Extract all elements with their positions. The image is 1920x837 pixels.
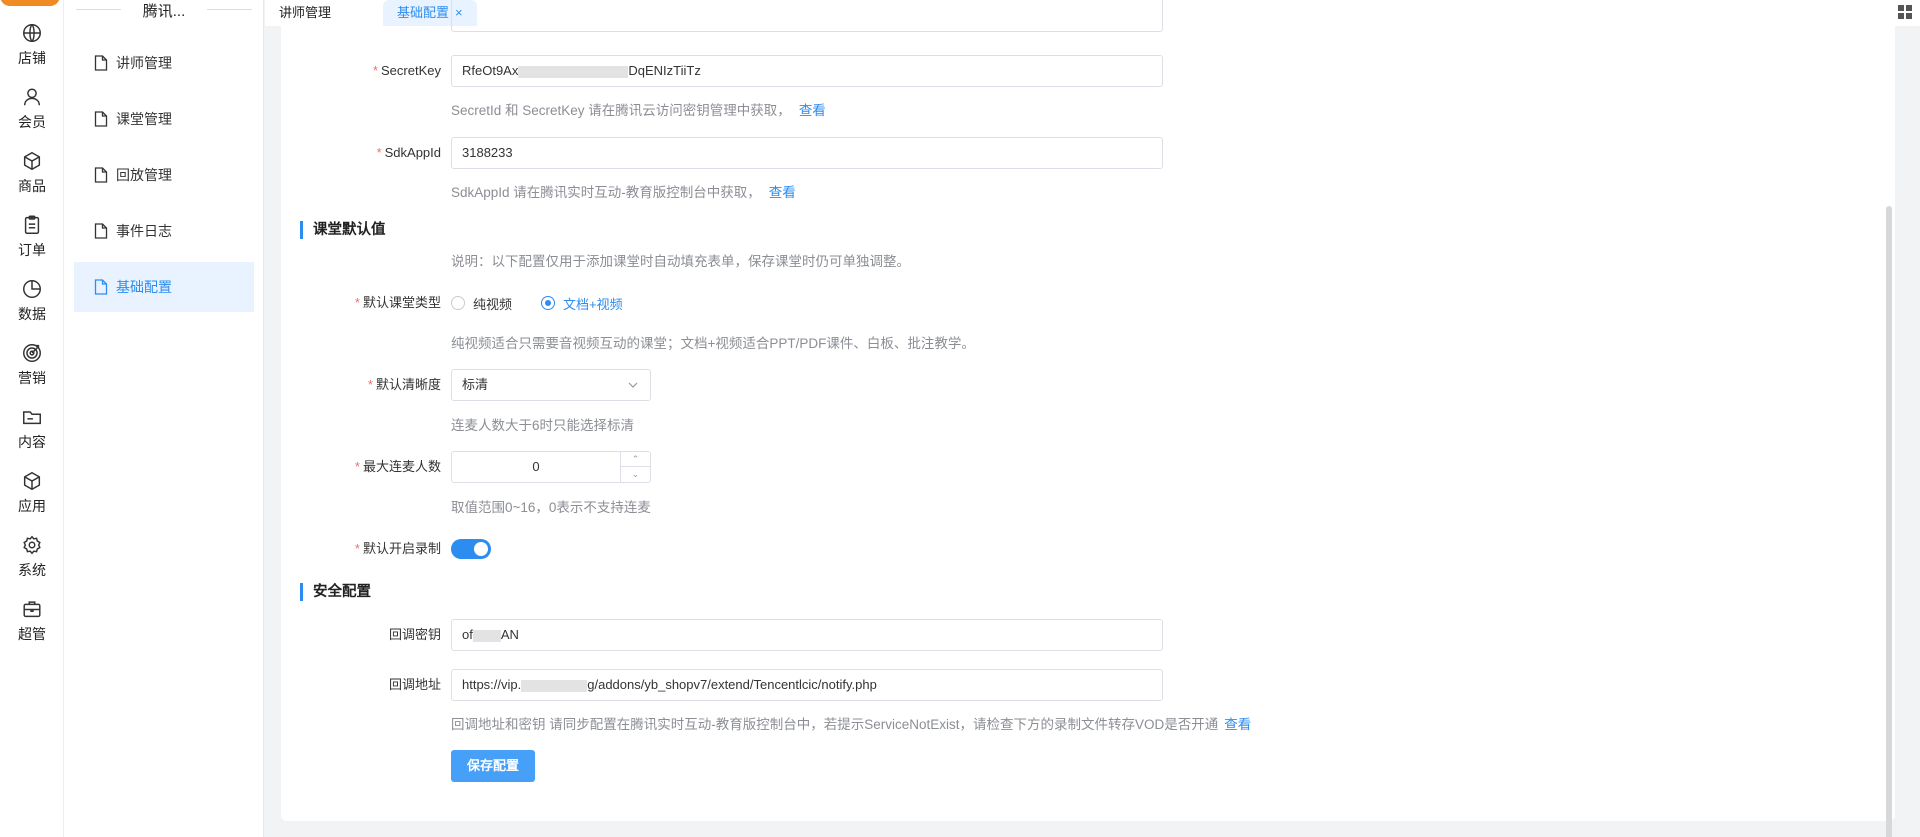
rail-item-shop[interactable]: 店铺: [0, 22, 64, 82]
rail-item-label: 商品: [18, 178, 46, 194]
security-section-title: 安全配置: [300, 583, 371, 601]
class-type-help: 纯视频适合只需要音视频互动的课堂；文档+视频适合PPT/PDF课件、白板、批注教…: [451, 336, 975, 351]
resolution-label: * 默认清晰度: [367, 377, 441, 392]
max-mic-help: 取值范围0~16，0表示不支持连麦: [451, 500, 651, 515]
rail-item-data[interactable]: 数据: [0, 278, 64, 338]
tab-label: 讲师管理: [279, 5, 332, 20]
secret-key-help: SecretId 和 SecretKey 请在腾讯云访问密钥管理中获取， 查看: [451, 103, 826, 118]
class-type-row: * 默认课堂类型 纯视频 文档+视频: [281, 287, 1895, 319]
rail-item-label: 会员: [18, 114, 46, 130]
callback-view-link[interactable]: 查看: [1224, 717, 1251, 732]
sidebar-item-label: 事件日志: [116, 223, 172, 239]
target-icon: [23, 344, 41, 362]
module-title: 腾讯...: [64, 0, 264, 22]
sdk-app-id-view-link[interactable]: 查看: [769, 185, 796, 200]
folder-icon: [23, 411, 41, 425]
decrement-button[interactable]: ⌄: [621, 467, 650, 482]
pie-chart-icon: [23, 280, 41, 298]
rail-item-label: 数据: [18, 306, 46, 322]
rail-item-order[interactable]: 订单: [0, 214, 64, 274]
document-icon: [94, 223, 108, 239]
config-form-card: * SecretKey RfeOt9Ax DqENIzTiiTz SecretId …: [281, 0, 1895, 837]
rail-item-label: 系统: [18, 562, 46, 578]
callback-key-label: 回调密钥: [388, 627, 441, 642]
resolution-help: 连麦人数大于6时只能选择标清: [451, 418, 635, 433]
main-nav-rail: 店铺 会员 商品 订单 数据 营销 内容 应用 系统 超管: [0, 0, 64, 837]
rail-item-superadmin[interactable]: 超管: [0, 598, 64, 658]
document-icon: [94, 111, 108, 127]
sdk-app-id-help: SdkAppId 请在腾讯实时互动-教育版控制台中获取， 查看: [451, 185, 796, 200]
resolution-row: * 默认清晰度 标清: [281, 369, 1895, 401]
max-mic-value[interactable]: 0: [452, 452, 620, 482]
class-type-label: * 默认课堂类型: [354, 295, 441, 310]
masked-value: [521, 679, 588, 692]
sidebar-item-playback[interactable]: 回放管理: [74, 150, 254, 200]
box-icon: [23, 151, 41, 171]
class-type-radio-doc-video[interactable]: 文档+视频: [541, 287, 623, 319]
callback-url-label: 回调地址: [388, 677, 441, 692]
rail-item-system[interactable]: 系统: [0, 534, 64, 594]
masked-value: [472, 629, 501, 642]
class-type-radio-video[interactable]: 纯视频: [451, 287, 512, 319]
radio-circle: [451, 296, 465, 310]
tab-lecturers[interactable]: 讲师管理: [265, 0, 345, 26]
resolution-select[interactable]: 标清: [451, 369, 651, 401]
document-icon: [94, 167, 108, 183]
document-icon: [94, 55, 108, 71]
clipboard-icon: [24, 215, 40, 234]
grid-menu-icon[interactable]: [1898, 5, 1912, 19]
document-icon: [94, 279, 108, 295]
sdk-app-id-label: * SdkAppId: [376, 145, 441, 160]
rail-item-label: 应用: [18, 498, 46, 514]
rail-item-marketing[interactable]: 营销: [0, 342, 64, 402]
classroom-defaults-section-title: 课堂默认值: [300, 221, 386, 239]
sidebar-item-classrooms[interactable]: 课堂管理: [74, 94, 254, 144]
recording-label: * 默认开启录制: [354, 541, 441, 556]
sidebar-item-basic-config[interactable]: 基础配置: [74, 262, 254, 312]
user-icon: [23, 88, 41, 106]
callback-url-help: 回调地址和密钥 请同步配置在腾讯实时互动-教育版控制台中，若提示ServiceN…: [451, 717, 1252, 732]
secret-key-label: * SecretKey: [372, 63, 441, 78]
rail-item-label: 营销: [18, 370, 46, 386]
sidebar-item-label: 基础配置: [116, 279, 172, 295]
rail-item-goods[interactable]: 商品: [0, 150, 64, 210]
sidebar-item-label: 课堂管理: [116, 111, 172, 127]
vertical-scrollbar[interactable]: [1886, 206, 1892, 837]
sidebar-item-lecturers[interactable]: 讲师管理: [74, 38, 254, 88]
masked-value: [518, 65, 629, 78]
max-mic-stepper[interactable]: 0 ⌃ ⌄: [451, 451, 651, 483]
max-mic-label: * 最大连麦人数: [354, 459, 441, 474]
sidebar-item-label: 回放管理: [116, 167, 172, 183]
rail-item-apps[interactable]: 应用: [0, 470, 64, 530]
sidebar-item-label: 讲师管理: [116, 55, 172, 71]
max-mic-row: * 最大连麦人数 0 ⌃ ⌄: [281, 451, 1895, 483]
sdk-app-id-input[interactable]: 3188233: [451, 137, 1163, 169]
secret-id-input-partial[interactable]: [451, 0, 1163, 32]
callback-key-input[interactable]: of AN: [451, 619, 1163, 651]
recording-toggle[interactable]: [451, 539, 491, 559]
radio-circle: [541, 296, 555, 310]
classroom-defaults-desc: 说明：以下配置仅用于添加课堂时自动填充表单，保存课堂时仍可单独调整。: [451, 254, 910, 269]
briefcase-icon: [23, 601, 41, 618]
rail-item-label: 订单: [18, 242, 46, 258]
globe-icon: [23, 24, 41, 42]
gear-icon: [23, 535, 41, 555]
increment-button[interactable]: ⌃: [621, 452, 650, 467]
rail-item-label: 店铺: [18, 50, 46, 66]
save-config-button[interactable]: 保存配置: [451, 750, 536, 782]
sidebar-item-event-log[interactable]: 事件日志: [74, 206, 254, 256]
rail-item-member[interactable]: 会员: [0, 86, 64, 146]
chevron-down-icon: [628, 382, 638, 388]
secret-key-input[interactable]: RfeOt9Ax DqENIzTiiTz: [451, 55, 1163, 87]
rail-item-label: 超管: [18, 626, 46, 642]
cube-icon: [23, 471, 41, 491]
brand-logo: [0, 0, 60, 6]
recording-row: * 默认开启录制: [281, 533, 1895, 565]
tab-label: 基础配置: [397, 5, 450, 20]
rail-item-content[interactable]: 内容: [0, 406, 64, 466]
module-sidebar: 腾讯... 讲师管理 课堂管理 回放管理 事件日志 基础配置: [64, 0, 264, 837]
secret-key-view-link[interactable]: 查看: [799, 103, 826, 118]
rail-item-label: 内容: [18, 434, 46, 450]
callback-url-input[interactable]: https://vip. g/addons/yb_shopv7/extend/Te…: [451, 669, 1163, 701]
